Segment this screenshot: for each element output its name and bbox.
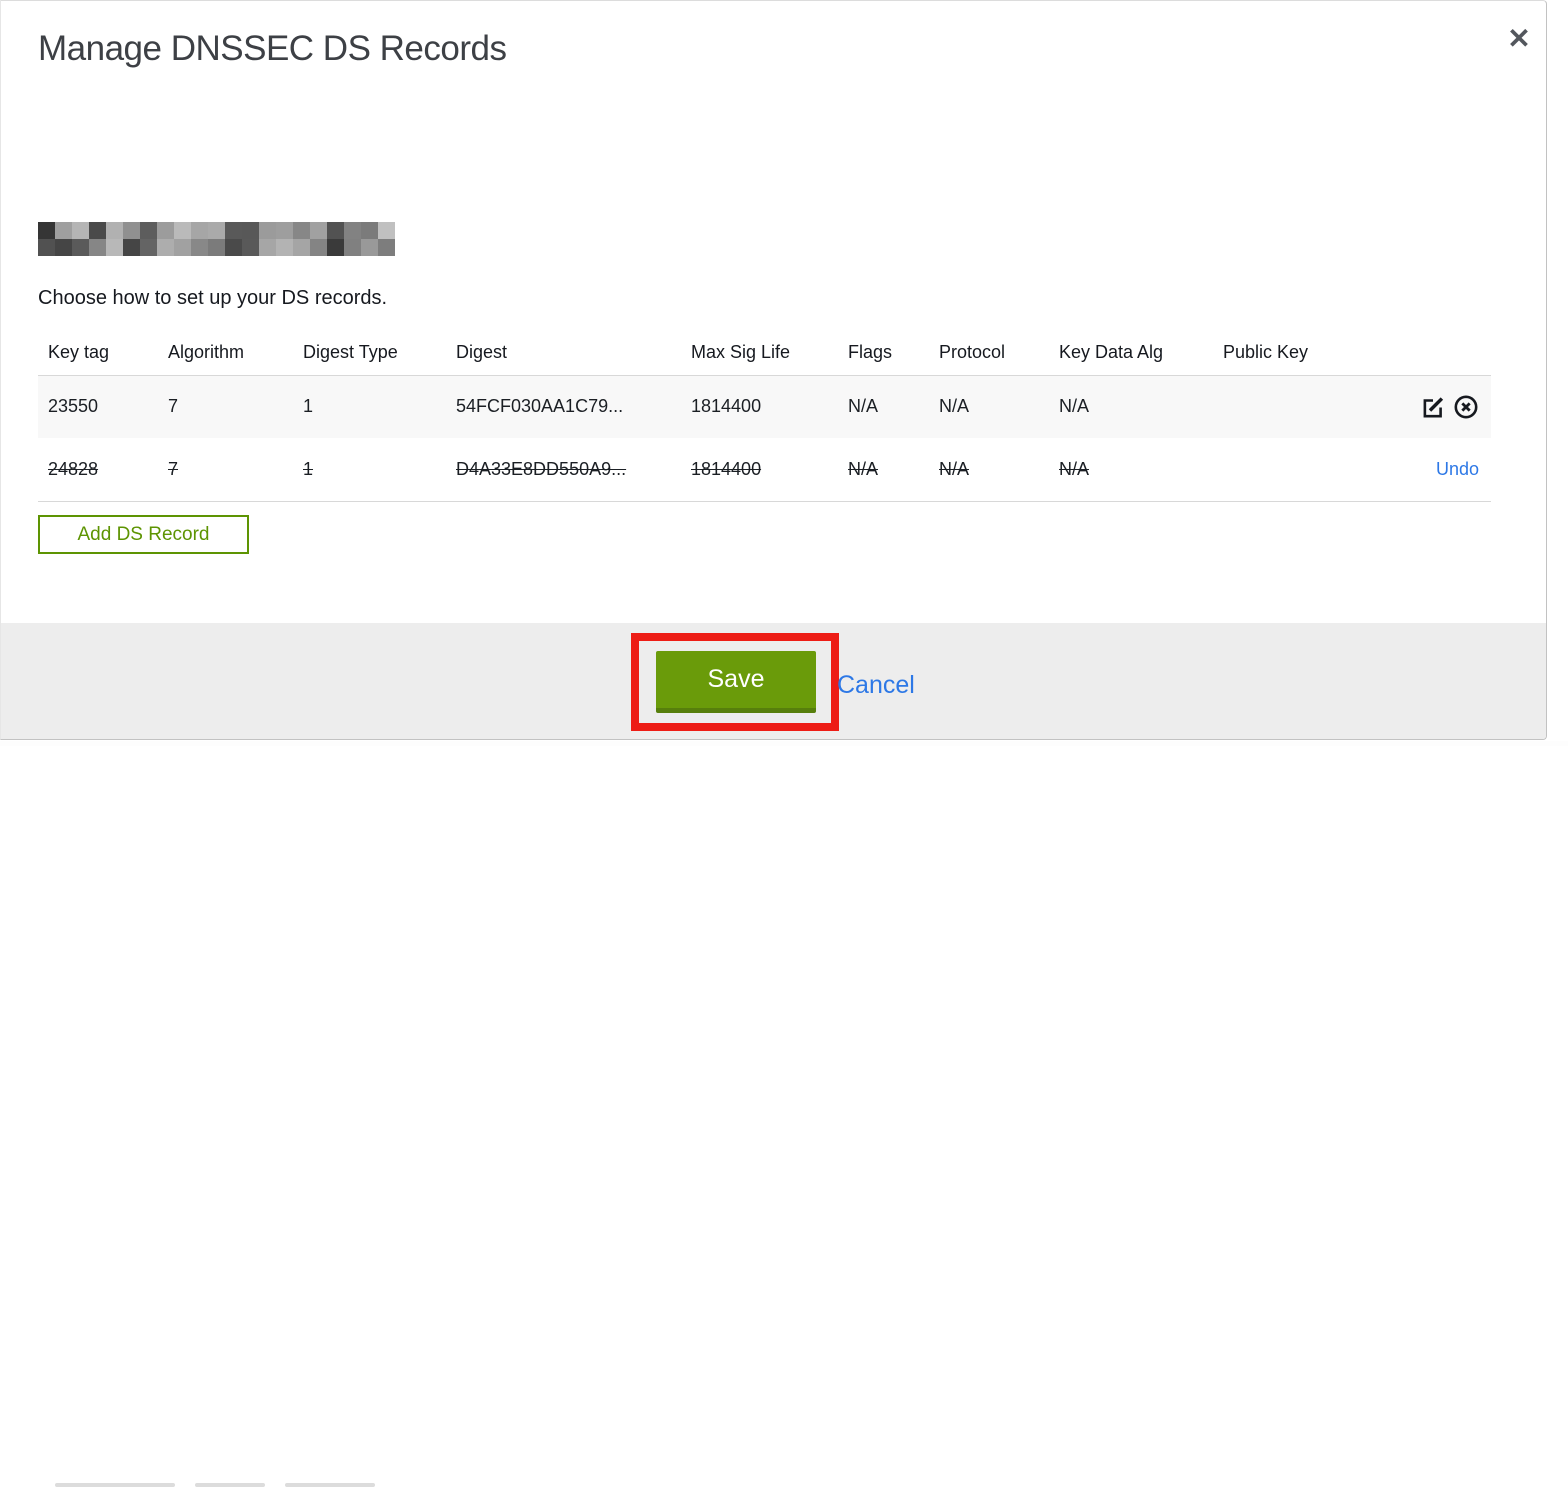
cell-digest: 54FCF030AA1C79... (456, 396, 624, 417)
column-header-algorithm: Algorithm (168, 342, 245, 363)
column-header-public-key: Public Key (1223, 342, 1309, 363)
table-row-deleted: 24828 7 1 D4A33E8DD550A9... 1814400 N/A … (38, 438, 1491, 501)
cell-key-tag: 24828 (48, 458, 99, 479)
cell-public-key (1213, 375, 1403, 438)
cell-max-sig-life: 1814400 (691, 458, 762, 479)
cell-protocol: N/A (939, 458, 970, 479)
page-behind-modal (0, 741, 1568, 1487)
table-header-row: Key tag Algorithm Digest Type Digest Max… (38, 331, 1491, 375)
cell-public-key (1213, 438, 1403, 501)
cell-key-tag: 23550 (48, 396, 99, 417)
redacted-domain (38, 222, 395, 256)
column-header-flags: Flags (848, 342, 893, 363)
delete-record-button[interactable] (1453, 394, 1479, 420)
column-header-protocol: Protocol (939, 342, 1006, 363)
column-header-key-tag: Key tag (48, 342, 110, 363)
cell-flags: N/A (848, 458, 879, 479)
background-content-fragment (55, 1483, 175, 1487)
cell-flags: N/A (848, 396, 879, 417)
column-header-digest: Digest (456, 342, 508, 363)
background-content-fragment (195, 1483, 265, 1487)
column-header-key-data-alg: Key Data Alg (1059, 342, 1164, 363)
cell-digest-type: 1 (303, 396, 314, 417)
cell-key-data-alg: N/A (1059, 396, 1090, 417)
column-header-digest-type: Digest Type (303, 342, 398, 363)
save-button[interactable]: Save (656, 651, 816, 713)
cell-algorithm: 7 (168, 396, 179, 417)
cell-digest: D4A33E8DD550A9... (456, 458, 627, 479)
edit-record-button[interactable] (1420, 394, 1446, 420)
background-content-fragment (285, 1483, 375, 1487)
cell-digest-type: 1 (303, 458, 314, 479)
ds-records-table: Key tag Algorithm Digest Type Digest Max… (38, 331, 1491, 502)
table-row: 23550 7 1 54FCF030AA1C79... 1814400 N/A … (38, 375, 1491, 438)
close-icon[interactable]: ✕ (1499, 19, 1539, 59)
undo-link[interactable]: Undo (1436, 459, 1479, 479)
column-header-max-sig-life: Max Sig Life (691, 342, 791, 363)
cell-key-data-alg: N/A (1059, 458, 1090, 479)
dnssec-dialog: Manage DNSSEC DS Records ✕ Choose how to… (0, 0, 1547, 740)
cell-algorithm: 7 (168, 458, 179, 479)
column-header-actions (1403, 331, 1491, 375)
add-ds-record-button[interactable]: Add DS Record (38, 515, 249, 554)
cancel-link[interactable]: Cancel (837, 671, 915, 700)
delete-circle-x-icon (1453, 394, 1479, 420)
edit-icon (1420, 394, 1446, 420)
annotation-highlight-box: Save (631, 633, 839, 731)
footer-bar: Save Cancel (1, 623, 1546, 739)
instruction-text: Choose how to set up your DS records. (38, 287, 388, 309)
page-title: Manage DNSSEC DS Records (38, 29, 507, 68)
cell-protocol: N/A (939, 396, 970, 417)
cell-max-sig-life: 1814400 (691, 396, 762, 417)
